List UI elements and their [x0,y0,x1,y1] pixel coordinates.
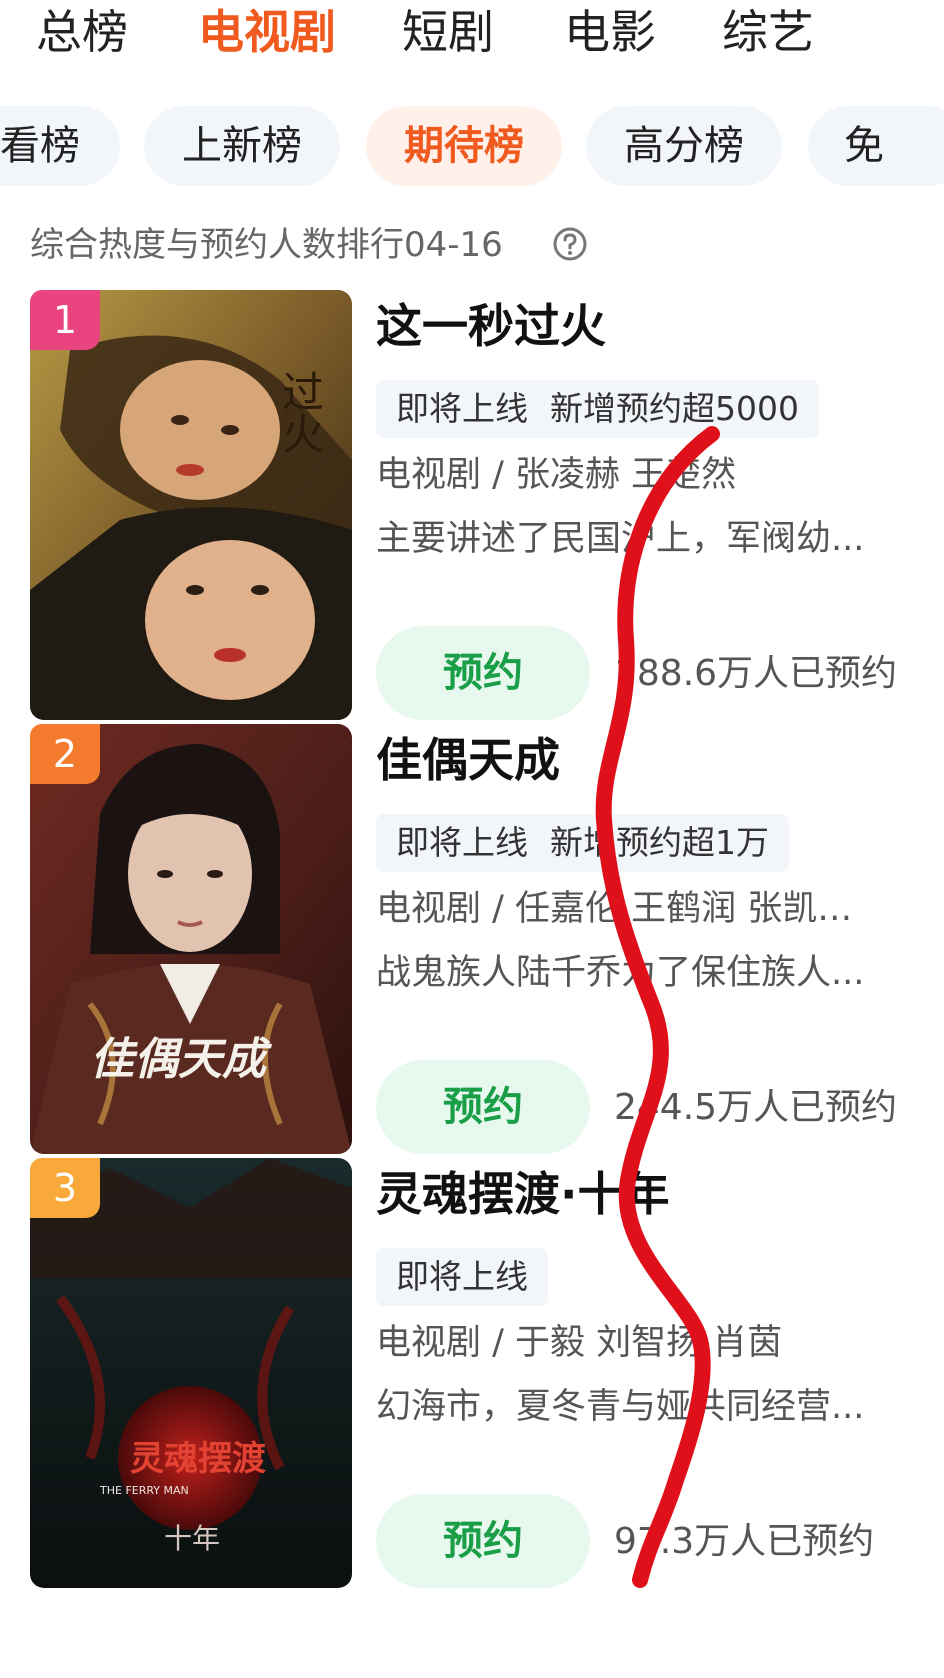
show-title[interactable]: 灵魂摆渡·十年 [376,1162,669,1226]
tab-variety[interactable]: 综艺 [722,2,814,62]
chip-watch-rank[interactable]: 看榜 [0,106,120,186]
reservation-increase-tag: 新增预约超5000 [530,380,819,438]
reservation-count: 244.5万人已预约 [614,1087,898,1128]
rank-badge: 3 [30,1158,100,1218]
tab-overall[interactable]: 总榜 [36,2,128,62]
poster-english-text: THE FERRY MAN [99,1484,189,1497]
tab-tv-series[interactable]: 电视剧 [198,2,336,62]
top-category-tabs: 总榜 电视剧 短剧 电影 综艺 [0,0,944,70]
poster-calligraphy-text: 佳偶天成 [90,1034,273,1085]
chip-high-score-rank[interactable]: 高分榜 [586,106,782,186]
show-genre-cast: 电视剧 / 于毅 刘智扬 肖茵 [376,1323,783,1363]
chip-free-rank[interactable]: 免 [808,106,944,186]
poster-image[interactable]: 灵魂摆渡 THE FERRY MAN 十年 [30,1158,352,1588]
reserve-button[interactable]: 预约 [376,1494,590,1588]
show-synopsis: 幻海市，夏冬青与娅共同经营... [376,1387,865,1427]
reservation-count: 188.6万人已预约 [614,653,898,694]
reservation-increase-tag: 新增预约超1万 [530,814,789,872]
chip-new-rank[interactable]: 上新榜 [144,106,340,186]
help-icon[interactable] [552,226,588,262]
poster-subtitle-text: 十年 [164,1522,220,1555]
list-item[interactable]: 灵魂摆渡 THE FERRY MAN 十年 3 灵魂摆渡·十年 即将上线 电视剧… [0,1158,944,1588]
chip-anticipated-rank[interactable]: 期待榜 [366,106,562,186]
reserve-button[interactable]: 预约 [376,626,590,720]
poster-image[interactable]: 过火 [30,290,352,720]
show-title[interactable]: 佳偶天成 [376,728,560,792]
list-item[interactable]: 佳偶天成 2 佳偶天成 即将上线 新增预约超1万 电视剧 / 任嘉伦 王鹤润 张… [0,724,944,1154]
reserve-button[interactable]: 预约 [376,1060,590,1154]
show-title[interactable]: 这一秒过火 [376,294,606,358]
rank-badge: 2 [30,724,100,784]
show-synopsis: 战鬼族人陆千乔为了保住族人... [376,953,865,993]
reservation-count: 97.3万人已预约 [614,1521,875,1562]
ranking-description: 综合热度与预约人数排行04-16 [30,225,503,265]
list-item[interactable]: 过火 1 这一秒过火 即将上线 新增预约超5000 电视剧 / 张凌赫 王楚然 … [0,290,944,720]
status-tag: 即将上线 [376,380,548,438]
rank-badge: 1 [30,290,100,350]
status-tag: 即将上线 [376,1248,548,1306]
tab-movie[interactable]: 电影 [564,2,656,62]
show-synopsis: 主要讲述了民国沪上，军阀幼... [376,519,865,559]
show-genre-cast: 电视剧 / 张凌赫 王楚然 [376,455,737,495]
poster-calligraphy-text: 过火 [276,370,325,454]
poster-calligraphy-text: 灵魂摆渡 [130,1439,266,1479]
poster-image[interactable]: 佳偶天成 [30,724,352,1154]
tab-short-drama[interactable]: 短剧 [402,2,494,62]
status-tag: 即将上线 [376,814,548,872]
show-genre-cast: 电视剧 / 任嘉伦 王鹤润 张凯莹... [376,889,856,929]
